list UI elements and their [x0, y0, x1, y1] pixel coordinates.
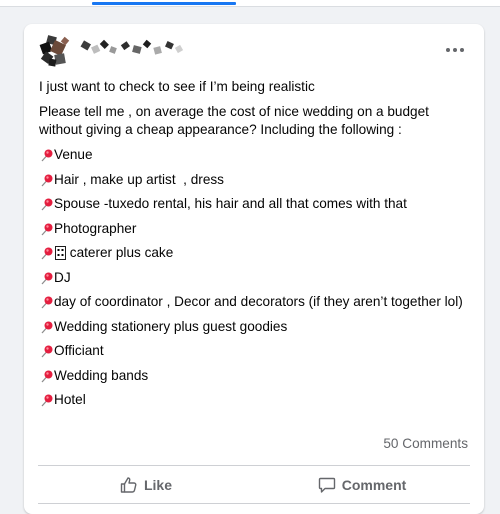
pushpin-icon	[41, 223, 53, 235]
comment-label: Comment	[341, 477, 407, 493]
list-item: Photographer	[39, 220, 469, 238]
avatar[interactable]	[38, 34, 72, 68]
missing-glyph-icon	[55, 246, 66, 260]
post-actions: Like Comment	[38, 467, 470, 503]
pushpin-icon	[41, 198, 53, 211]
post-question: Please tell me , on average the cost of …	[39, 104, 429, 137]
divider	[38, 503, 470, 504]
post-card: I just want to check to see if I’m being…	[24, 24, 484, 514]
post-author[interactable]	[38, 34, 188, 68]
top-nav-bar	[0, 0, 500, 7]
list-item-text: Photographer	[54, 220, 137, 236]
list-item-text: Wedding stationery plus guest goodies	[54, 318, 288, 334]
pushpin-icon	[41, 345, 53, 358]
pushpin-icon	[41, 394, 53, 407]
list-item: Wedding bands	[39, 367, 469, 385]
list-item-text: day of coordinator , Decor and decorator…	[54, 294, 463, 309]
list-item-text: Officiant	[54, 343, 104, 358]
list-item: Hair , make up artist , dress	[39, 171, 469, 189]
like-button[interactable]: Like	[38, 467, 254, 503]
comment-button[interactable]: Comment	[254, 467, 470, 503]
author-name-redacted[interactable]	[78, 38, 188, 60]
list-item-text: Venue	[54, 147, 93, 162]
list-item-text: Hair , make up artist , dress	[54, 171, 224, 187]
active-tab-indicator	[92, 2, 236, 5]
comment-bubble-icon	[318, 477, 335, 493]
like-label: Like	[143, 477, 172, 493]
list-item: Hotel	[39, 391, 469, 409]
list-item: Officiant	[39, 342, 469, 360]
more-dot	[453, 48, 457, 52]
pushpin-icon	[41, 247, 53, 260]
pushpin-icon	[41, 370, 53, 382]
more-options-button[interactable]	[440, 38, 470, 62]
pushpin-icon	[41, 174, 53, 186]
more-horizontal-icon	[446, 48, 450, 52]
list-item: Spouse -tuxedo rental, his hair and all …	[39, 195, 469, 213]
list-item: day of coordinator , Decor and decorator…	[39, 293, 469, 311]
list-item-text: Wedding bands	[54, 367, 149, 383]
more-dot	[460, 48, 464, 52]
pushpin-icon	[41, 149, 53, 162]
list-item-text: Hotel	[54, 392, 86, 407]
list-item: ⁣ caterer plus cake	[39, 244, 469, 262]
list-item: Venue	[39, 146, 469, 164]
thumbs-up-icon	[120, 477, 137, 493]
list-item: Wedding stationery plus guest goodies	[39, 318, 469, 336]
comments-count-link[interactable]: 50 Comments	[383, 436, 468, 451]
divider	[38, 465, 470, 466]
post-text: I just want to check to see if I’m being…	[39, 78, 469, 416]
pushpin-icon	[41, 321, 53, 333]
list-item-text: ⁣ caterer plus cake	[66, 245, 174, 260]
list-item-text: Spouse -tuxedo rental, his hair and all …	[54, 196, 407, 211]
pushpin-icon	[41, 296, 53, 309]
post-intro: I just want to check to see if I’m being…	[39, 79, 315, 94]
list-item: DJ	[39, 269, 469, 287]
list-item-text: DJ	[54, 269, 71, 285]
pushpin-icon	[41, 272, 53, 284]
